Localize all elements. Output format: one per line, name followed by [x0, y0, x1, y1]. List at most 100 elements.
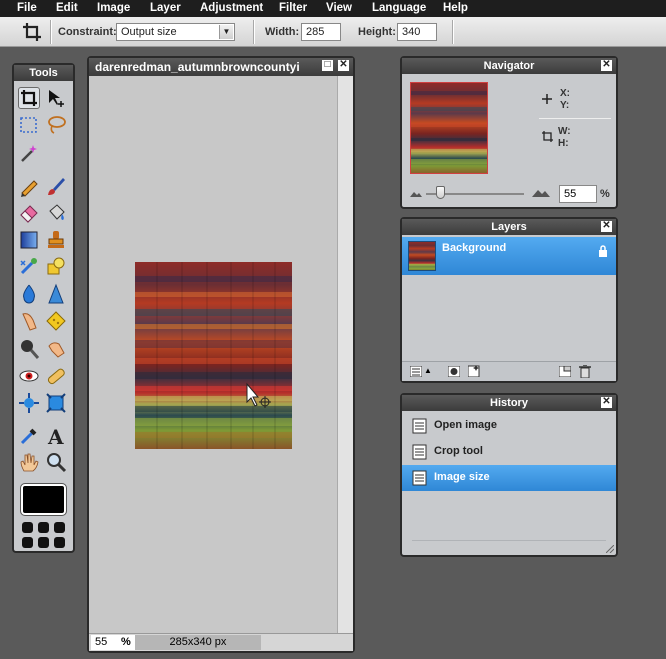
close-icon[interactable]: ✕: [601, 60, 612, 71]
gradient-tool-button[interactable]: [18, 229, 40, 251]
color-replace-icon: [20, 258, 37, 275]
shape-tool-button[interactable]: [45, 255, 67, 277]
hand-icon: [20, 453, 39, 472]
width-input[interactable]: 285: [301, 23, 341, 41]
tools-title: Tools: [14, 65, 73, 81]
eraser-tool-button[interactable]: [18, 202, 40, 224]
constraint-select[interactable]: Output size ▼: [116, 23, 235, 41]
layer-styles-icon[interactable]: [468, 365, 481, 377]
trash-icon[interactable]: [579, 365, 591, 378]
swatch-dot[interactable]: [54, 522, 65, 533]
zoom-unit: %: [121, 636, 131, 648]
navigator-zoom-input[interactable]: 55: [559, 185, 597, 203]
crosshair-icon: [542, 94, 552, 104]
eyedropper-tool-button[interactable]: [18, 425, 40, 447]
blur-tool-button[interactable]: [18, 283, 40, 305]
layers-footer: ▲: [402, 361, 616, 381]
navigator-zoom-unit: %: [600, 188, 610, 200]
marquee-tool-button[interactable]: [18, 114, 40, 136]
new-layer-icon[interactable]: [559, 366, 571, 377]
swatch-dot[interactable]: [54, 537, 65, 548]
menu-adjustment[interactable]: Adjustment: [200, 2, 263, 14]
swatch-dot[interactable]: [22, 522, 33, 533]
move-tool-button[interactable]: [45, 87, 67, 109]
bloat-tool-button[interactable]: [45, 365, 67, 387]
history-item-label: Crop tool: [434, 445, 483, 457]
bandage-icon: [47, 368, 65, 385]
swatch-dot[interactable]: [38, 537, 49, 548]
lock-icon[interactable]: [598, 245, 608, 257]
lasso-icon: [48, 116, 66, 134]
sharpen-tool-button[interactable]: [45, 283, 67, 305]
document-status-bar: 55 % 285x340 px: [89, 633, 353, 651]
history-item[interactable]: Open image: [402, 413, 616, 439]
chevron-up-icon[interactable]: ▲: [424, 366, 432, 375]
document-titlebar[interactable]: darenredman_autumnbrowncountyi □ ✕: [89, 58, 353, 76]
layers-titlebar: Layers ✕: [402, 219, 616, 235]
swatch-dot[interactable]: [22, 537, 33, 548]
resize-grip-icon[interactable]: [606, 545, 614, 553]
clone-stamp-icon: [48, 231, 64, 248]
close-icon[interactable]: ✕: [601, 221, 612, 232]
smudge-tool-button[interactable]: [18, 310, 40, 332]
hand-tool-button[interactable]: [18, 451, 40, 473]
menu-image[interactable]: Image: [97, 2, 130, 14]
menu-view[interactable]: View: [326, 2, 352, 14]
type-icon: A: [47, 425, 64, 449]
crop-tool-button[interactable]: [18, 87, 40, 109]
menu-help[interactable]: Help: [443, 2, 468, 14]
type-tool-button[interactable]: A: [45, 425, 67, 449]
bucket-tool-button[interactable]: [45, 202, 67, 224]
sponge-tool-button[interactable]: [45, 310, 67, 332]
pinch-tool-button[interactable]: [18, 392, 40, 414]
menu-layer[interactable]: Layer: [150, 2, 181, 14]
color-swatch[interactable]: [20, 483, 67, 516]
brush-tool-button[interactable]: [45, 175, 67, 197]
size-icon: [542, 131, 553, 142]
document-window: darenredman_autumnbrowncountyi □ ✕ 55 % …: [87, 56, 355, 653]
red-eye-icon: [19, 370, 39, 382]
history-panel: History ✕ Open image Crop tool Image siz…: [400, 393, 618, 557]
nav-x-label: X:: [560, 88, 570, 99]
close-icon[interactable]: ✕: [601, 397, 612, 408]
close-icon[interactable]: ✕: [338, 60, 349, 71]
layer-thumbnail: [408, 241, 436, 271]
menu-language[interactable]: Language: [372, 2, 426, 14]
layer-settings-icon[interactable]: [410, 366, 422, 377]
lasso-tool-button[interactable]: [45, 114, 67, 136]
layer-mask-icon[interactable]: [448, 366, 460, 377]
smudge-finger-icon: [22, 313, 37, 331]
zoom-in-mountain-icon[interactable]: [532, 187, 550, 197]
menu-file[interactable]: File: [17, 2, 37, 14]
tools-panel: Tools A: [12, 63, 75, 553]
magic-wand-button[interactable]: [18, 142, 40, 164]
zoom-out-mountain-icon[interactable]: [410, 189, 422, 197]
image-dimensions: 285x340 px: [135, 635, 261, 650]
maximize-icon[interactable]: □: [322, 60, 333, 71]
menu-edit[interactable]: Edit: [56, 2, 78, 14]
zoom-tool-button[interactable]: [45, 451, 67, 473]
divider: [412, 540, 606, 541]
burn-tool-button[interactable]: [45, 338, 67, 360]
navigator-thumbnail[interactable]: [410, 82, 488, 174]
color-replace-button[interactable]: [18, 255, 40, 277]
history-item[interactable]: Crop tool: [402, 439, 616, 465]
history-item-selected[interactable]: Image size: [402, 465, 616, 491]
height-input[interactable]: 340: [397, 23, 437, 41]
menu-filter[interactable]: Filter: [279, 2, 307, 14]
red-eye-tool-button[interactable]: [18, 365, 40, 387]
history-step-icon: [412, 444, 427, 460]
image-canvas[interactable]: [135, 262, 292, 449]
layer-name: Background: [442, 242, 507, 254]
history-step-icon: [412, 470, 427, 486]
dodge-tool-button[interactable]: [18, 338, 40, 360]
canvas-area[interactable]: [89, 76, 337, 633]
navigator-title: Navigator: [483, 60, 535, 72]
vertical-scrollbar[interactable]: [337, 76, 353, 633]
pencil-tool-button[interactable]: [18, 175, 40, 197]
layer-row[interactable]: Background: [402, 237, 616, 275]
zoom-slider-handle[interactable]: [436, 186, 445, 199]
swatch-dot[interactable]: [38, 522, 49, 533]
stamp-tool-button[interactable]: [45, 229, 67, 251]
spot-heal-tool-button[interactable]: [45, 392, 67, 414]
